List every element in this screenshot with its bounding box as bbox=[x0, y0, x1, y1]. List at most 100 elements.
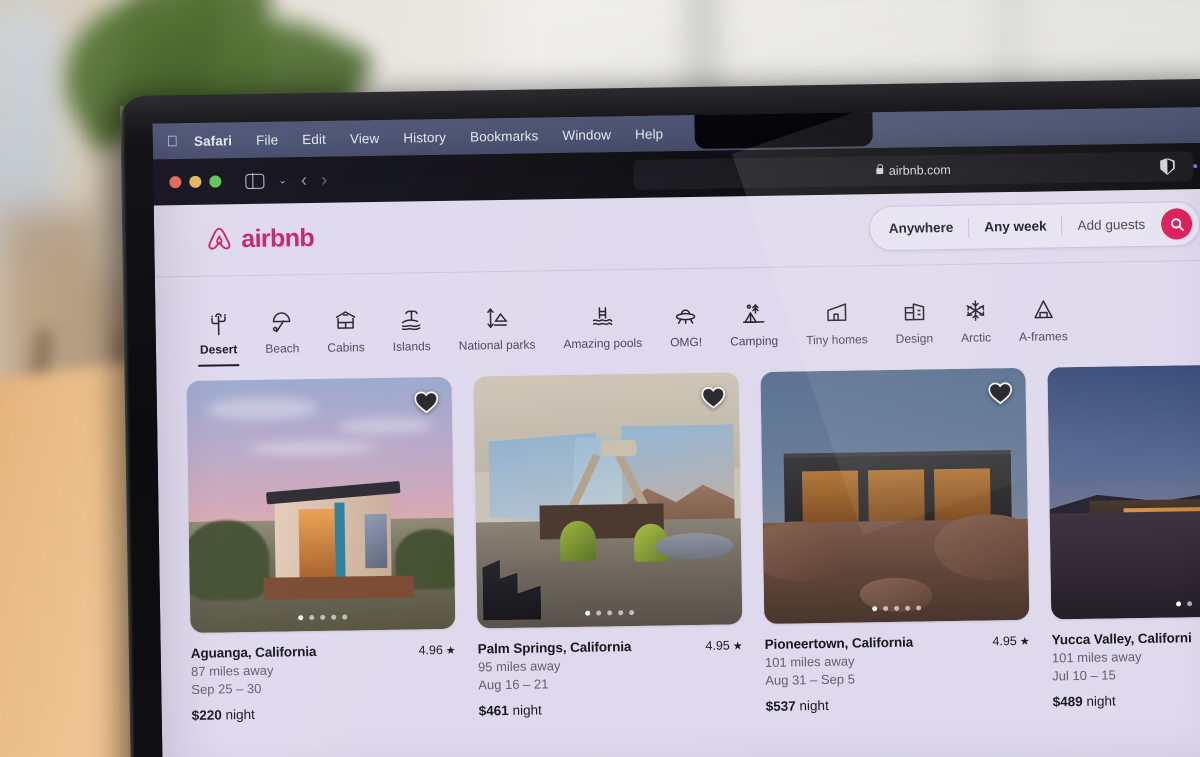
listing-location: Aguanga, California bbox=[190, 643, 317, 661]
photo-of-laptop-screen:  Safari File Edit View History Bookmark… bbox=[0, 0, 1200, 757]
star-icon: ★ bbox=[445, 644, 456, 657]
price-unit: night bbox=[512, 702, 542, 718]
category-label: Desert bbox=[199, 342, 238, 357]
url-text: airbnb.com bbox=[888, 162, 951, 178]
price-amount: $461 bbox=[478, 702, 509, 719]
close-window-button[interactable] bbox=[169, 176, 182, 189]
listing-photo[interactable] bbox=[473, 372, 743, 629]
airbnb-logo[interactable]: airbnb bbox=[206, 224, 314, 255]
back-button[interactable]: ‹ bbox=[301, 170, 308, 191]
listing-card[interactable]: Yucca Valley, Californi 101 miles away J… bbox=[1047, 363, 1200, 709]
chevron-down-icon[interactable]: ⌄ bbox=[278, 175, 287, 186]
heart-icon[interactable] bbox=[414, 390, 439, 414]
listing-location: Palm Springs, California bbox=[477, 639, 632, 657]
menu-item-bookmarks[interactable]: Bookmarks bbox=[458, 128, 551, 144]
category-omg[interactable]: OMG! bbox=[656, 302, 717, 362]
listing-rating: 4.96 ★ bbox=[418, 643, 456, 657]
category-islands[interactable]: Islands bbox=[378, 306, 445, 366]
price-unit: night bbox=[799, 697, 829, 714]
camping-icon bbox=[742, 301, 766, 327]
minimize-window-button[interactable] bbox=[189, 175, 202, 188]
category-filter-bar[interactable]: Desert Beach Cabins Islands National par… bbox=[155, 261, 1200, 370]
window-controls bbox=[169, 175, 222, 189]
category-tiny-homes[interactable]: Tiny homes bbox=[792, 299, 882, 359]
listing-distance: 95 miles away bbox=[477, 658, 561, 675]
tiny-home-icon bbox=[824, 300, 848, 326]
menu-item-safari[interactable]: Safari bbox=[194, 133, 244, 149]
heart-icon[interactable] bbox=[988, 381, 1013, 405]
listing-card[interactable]: Pioneertown, California 4.95 ★ 101 miles… bbox=[760, 367, 1030, 714]
design-icon bbox=[902, 298, 926, 324]
search-guests-button[interactable]: Add guests bbox=[1062, 217, 1157, 233]
listing-photo[interactable] bbox=[186, 376, 456, 633]
display-notch bbox=[694, 112, 873, 149]
category-national-parks[interactable]: National parks bbox=[444, 304, 550, 365]
listing-card[interactable]: Palm Springs, California 4.95 ★ 95 miles… bbox=[473, 372, 743, 718]
category-label: Design bbox=[895, 331, 934, 346]
heart-icon[interactable] bbox=[701, 386, 726, 409]
listing-photo[interactable] bbox=[760, 367, 1030, 624]
category-label: Tiny homes bbox=[806, 332, 868, 348]
listing-dates: Jul 10 – 15 bbox=[1052, 667, 1116, 684]
category-beach[interactable]: Beach bbox=[251, 308, 314, 368]
ufo-icon bbox=[674, 302, 698, 328]
category-label: OMG! bbox=[670, 334, 703, 350]
pool-icon bbox=[590, 303, 614, 329]
category-desert[interactable]: Desert bbox=[185, 309, 251, 369]
menu-item-help[interactable]: Help bbox=[623, 126, 675, 142]
menu-item-file[interactable]: File bbox=[244, 132, 290, 148]
search-where-button[interactable]: Anywhere bbox=[874, 220, 969, 236]
menu-item-edit[interactable]: Edit bbox=[290, 131, 338, 147]
category-label: Beach bbox=[265, 341, 300, 356]
address-bar[interactable]: airbnb.com bbox=[633, 151, 1194, 190]
category-camping[interactable]: Camping bbox=[716, 300, 793, 360]
category-a-frames[interactable]: A-frames bbox=[1004, 296, 1082, 356]
apple-icon[interactable]:  bbox=[167, 133, 179, 150]
search-submit-button[interactable] bbox=[1160, 208, 1193, 240]
star-icon: ★ bbox=[732, 639, 743, 652]
forward-button[interactable]: › bbox=[321, 169, 328, 190]
category-cabins[interactable]: Cabins bbox=[313, 307, 379, 367]
price-amount: $220 bbox=[191, 707, 222, 723]
airbnb-logo-text: airbnb bbox=[241, 223, 315, 254]
star-icon: ★ bbox=[1019, 635, 1030, 648]
category-label: Cabins bbox=[327, 340, 365, 355]
category-label: Camping bbox=[730, 333, 779, 349]
search-bar[interactable]: Anywhere Any week Add guests bbox=[868, 201, 1200, 252]
extensions-icon[interactable] bbox=[1192, 160, 1200, 171]
listing-rating: 4.95 ★ bbox=[992, 633, 1030, 649]
category-design[interactable]: Design bbox=[881, 298, 947, 358]
listing-dates: Aug 31 – Sep 5 bbox=[765, 671, 856, 688]
airbnb-belo-icon bbox=[208, 227, 231, 250]
listing-location: Pioneertown, California bbox=[764, 634, 914, 652]
zoom-window-button[interactable] bbox=[209, 175, 222, 188]
listing-card[interactable]: Aguanga, California 4.96 ★ 87 miles away… bbox=[186, 376, 456, 723]
sidebar-icon[interactable] bbox=[245, 173, 265, 189]
menu-item-view[interactable]: View bbox=[338, 130, 392, 146]
listing-dates: Aug 16 – 21 bbox=[478, 676, 549, 693]
menu-item-window[interactable]: Window bbox=[550, 127, 623, 143]
cabin-icon bbox=[333, 307, 357, 333]
category-label: National parks bbox=[458, 337, 536, 353]
airbnb-page: airbnb Anywhere Any week Add guests Dese… bbox=[153, 188, 1200, 757]
listing-meta: Pioneertown, California 4.95 ★ 101 miles… bbox=[764, 620, 1030, 714]
category-label: Arctic bbox=[960, 330, 992, 345]
snowflake-icon bbox=[963, 297, 987, 323]
listing-photo[interactable] bbox=[1047, 363, 1200, 620]
category-label: Amazing pools bbox=[563, 335, 643, 352]
laptop-body:  Safari File Edit View History Bookmark… bbox=[120, 78, 1200, 757]
listing-location: Yucca Valley, Californi bbox=[1051, 630, 1192, 648]
price-unit: night bbox=[1086, 693, 1116, 709]
listing-meta: Aguanga, California 4.96 ★ 87 miles away… bbox=[190, 629, 456, 723]
laptop-screen:  Safari File Edit View History Bookmark… bbox=[152, 106, 1200, 757]
search-when-button[interactable]: Any week bbox=[969, 218, 1062, 234]
listing-distance: 101 miles away bbox=[1051, 649, 1142, 666]
listing-meta: Yucca Valley, Californi 101 miles away J… bbox=[1051, 615, 1200, 709]
category-amazing-pools[interactable]: Amazing pools bbox=[549, 303, 657, 364]
rating-value: 4.95 bbox=[992, 633, 1017, 649]
price-unit: night bbox=[225, 706, 255, 723]
listing-distance: 101 miles away bbox=[764, 653, 855, 670]
menu-item-history[interactable]: History bbox=[391, 129, 458, 145]
listing-price: $461 night bbox=[479, 699, 744, 718]
category-arctic[interactable]: Arctic bbox=[946, 297, 1005, 357]
